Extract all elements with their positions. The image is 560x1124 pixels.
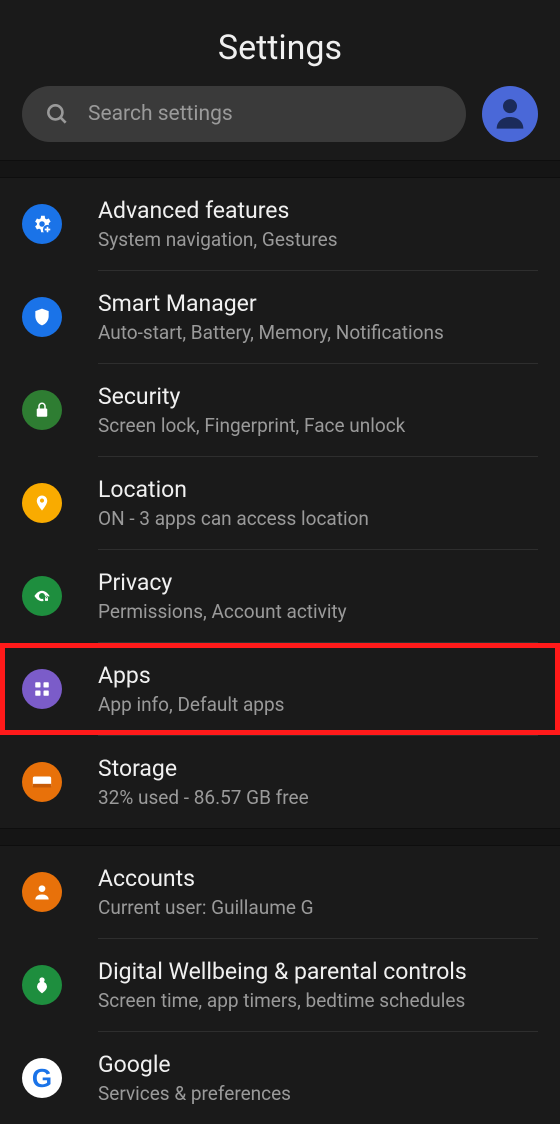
row-title: Location [98, 476, 538, 503]
row-text: Apps App info, Default apps [98, 662, 538, 716]
row-subtitle: Current user: Guillaume G [98, 896, 538, 919]
group-separator [0, 160, 560, 178]
page-title: Settings [0, 28, 560, 68]
settings-item-smart-manager[interactable]: Smart Manager Auto-start, Battery, Memor… [0, 271, 560, 363]
row-title: Apps [98, 662, 538, 689]
eye-lock-icon [22, 576, 62, 616]
row-text: Privacy Permissions, Account activity [98, 569, 538, 623]
row-text: Storage 32% used - 86.57 GB free [98, 755, 538, 809]
search-input[interactable]: Search settings [22, 86, 466, 142]
search-row: Search settings [0, 86, 560, 160]
person-icon [22, 872, 62, 912]
settings-item-accounts[interactable]: Accounts Current user: Guillaume G [0, 846, 560, 938]
wellbeing-icon [22, 965, 62, 1005]
row-subtitle: ON - 3 apps can access location [98, 507, 538, 530]
settings-item-google[interactable]: G Google Services & preferences [0, 1032, 560, 1124]
row-subtitle: App info, Default apps [98, 693, 538, 716]
row-title: Storage [98, 755, 538, 782]
settings-item-security[interactable]: Security Screen lock, Fingerprint, Face … [0, 364, 560, 456]
profile-avatar[interactable] [482, 86, 538, 142]
group-separator [0, 828, 560, 846]
settings-item-apps[interactable]: Apps App info, Default apps [0, 643, 560, 735]
header: Settings [0, 0, 560, 86]
row-text: Accounts Current user: Guillaume G [98, 865, 538, 919]
row-text: Smart Manager Auto-start, Battery, Memor… [98, 290, 538, 344]
row-title: Digital Wellbeing & parental controls [98, 958, 538, 985]
settings-item-location[interactable]: Location ON - 3 apps can access location [0, 457, 560, 549]
gear-plus-icon [22, 204, 62, 244]
row-text: Advanced features System navigation, Ges… [98, 197, 538, 251]
settings-item-digital-wellbeing[interactable]: Digital Wellbeing & parental controls Sc… [0, 939, 560, 1031]
shield-icon [22, 297, 62, 337]
search-placeholder: Search settings [88, 102, 233, 126]
row-title: Privacy [98, 569, 538, 596]
storage-icon [22, 762, 62, 802]
row-subtitle: System navigation, Gestures [98, 228, 538, 251]
row-title: Smart Manager [98, 290, 538, 317]
row-subtitle: Screen time, app timers, bedtime schedul… [98, 989, 538, 1012]
row-text: Location ON - 3 apps can access location [98, 476, 538, 530]
row-subtitle: Auto-start, Battery, Memory, Notificatio… [98, 321, 538, 344]
google-icon: G [22, 1058, 62, 1098]
row-text: Google Services & preferences [98, 1051, 538, 1105]
row-subtitle: Screen lock, Fingerprint, Face unlock [98, 414, 538, 437]
row-subtitle: Permissions, Account activity [98, 600, 538, 623]
row-text: Security Screen lock, Fingerprint, Face … [98, 383, 538, 437]
person-icon [490, 92, 530, 136]
row-subtitle: 32% used - 86.57 GB free [98, 786, 538, 809]
row-title: Accounts [98, 865, 538, 892]
row-subtitle: Services & preferences [98, 1082, 538, 1105]
location-pin-icon [22, 483, 62, 523]
apps-grid-icon [22, 669, 62, 709]
settings-item-advanced-features[interactable]: Advanced features System navigation, Ges… [0, 178, 560, 270]
settings-item-storage[interactable]: Storage 32% used - 86.57 GB free [0, 736, 560, 828]
row-title: Security [98, 383, 538, 410]
settings-item-privacy[interactable]: Privacy Permissions, Account activity [0, 550, 560, 642]
row-title: Google [98, 1051, 538, 1078]
lock-icon [22, 390, 62, 430]
search-icon [44, 101, 70, 127]
row-text: Digital Wellbeing & parental controls Sc… [98, 958, 538, 1012]
row-title: Advanced features [98, 197, 538, 224]
